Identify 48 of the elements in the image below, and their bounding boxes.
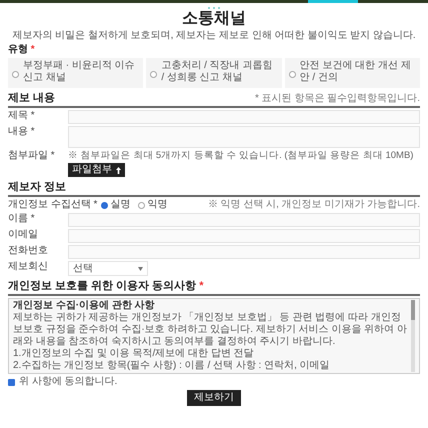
privacy-note: ※ 익명 선택 시, 개인정보 미기재가 가능합니다. (208, 199, 420, 211)
field-label: 제목 * (8, 110, 36, 122)
radio-label: 실명 (110, 199, 130, 211)
caret-icon (138, 266, 143, 270)
section-heading: 제보 내용 (8, 92, 56, 105)
input-field[interactable] (68, 110, 420, 124)
radio-button[interactable] (101, 202, 108, 208)
agree-checkbox[interactable] (8, 378, 15, 386)
radio-label: 익명 (147, 199, 168, 211)
radio-button[interactable] (138, 202, 146, 208)
field-label: 이름 * (8, 213, 36, 225)
section-heading: 개인정보 보호를 위한 이용자 동의사항 * (8, 280, 204, 293)
dots-indicator-icon (208, 7, 220, 9)
scrollbar[interactable] (411, 300, 415, 372)
radio-button[interactable] (288, 71, 296, 78)
consent-text: 제보하는 귀하가 제공하는 개인정보가 「개인정보 보호법」 등 관련 법령에 따라 개인정보보호 규정을 준수하여 수집·보호 하려하고 있습니다. 제보하기 서비스 이용을 위하여 아래와 내용을 참조하여 숙지하시고 동의여부를 결정하여 주시기 바랍니다. (13, 312, 407, 348)
type-option[interactable]: 안전 보건에 대한 개선 제안 / 건의 (284, 58, 420, 88)
section-label: 유형 * (8, 44, 36, 56)
consent-text: 1.개인정보의 수집 및 이용 목적/제보에 대한 답변 전달 (13, 348, 255, 360)
option-label: 고충처리 / 직장내 괴롭힘 / 성희롱 신고 채널 (161, 60, 274, 84)
section-heading: 제보자 정보 (8, 181, 66, 194)
option-label: 안전 보건에 대한 개선 제안 / 건의 (300, 60, 412, 84)
select-dropdown[interactable]: 선택 (68, 261, 148, 276)
attach-file-button[interactable]: 파일첨부 (68, 163, 125, 177)
consent-text: 2.수집하는 개인정보 항목(필수 사항) : 이름 / 선택 사항 : 연락처, 이메일 (13, 360, 331, 372)
upload-icon (116, 166, 121, 174)
input-field[interactable] (68, 229, 420, 243)
agree-label: 위 사항에 동의합니다. (19, 376, 118, 388)
attachment-note: ※ 첨부파일은 최대 5개까지 등록할 수 있습니다. (첨부파일 용량은 최대 10MB) (68, 150, 414, 162)
field-label: 첨부파일 * (8, 150, 56, 162)
type-option[interactable]: 고충처리 / 직장내 괴롭힘 / 성희롱 신고 채널 (146, 58, 282, 88)
text-area[interactable] (68, 126, 420, 148)
consent-box-title: 개인정보 수집·이용에 관한 사항 (13, 300, 156, 312)
field-label: 개인정보 수집선택 * (8, 199, 98, 211)
field-label: 내용 * (8, 126, 36, 138)
field-label: 이메일 (8, 229, 39, 241)
page-subtitle: 제보자의 비밀은 철저하게 보호되며, 제보자는 제보로 인해 어떠한 불이익도 받지 않습니다. (12, 30, 416, 42)
radio-button[interactable] (150, 71, 158, 78)
type-option[interactable]: 부정부패 · 비윤리적 이슈 신고 채널 (8, 58, 144, 88)
field-label: 제보회신 (8, 261, 49, 273)
submit-button[interactable]: 제보하기 (187, 390, 241, 406)
field-label: 전화번호 (8, 245, 49, 257)
option-label: 부정부패 · 비윤리적 이슈 신고 채널 (23, 60, 136, 84)
page-title: 소통채널 (182, 9, 246, 28)
required-note: * 표시된 항목은 필수입력항목입니다. (254, 93, 420, 105)
input-field[interactable] (68, 245, 420, 259)
input-field[interactable] (68, 213, 420, 227)
radio-button[interactable] (12, 71, 19, 78)
